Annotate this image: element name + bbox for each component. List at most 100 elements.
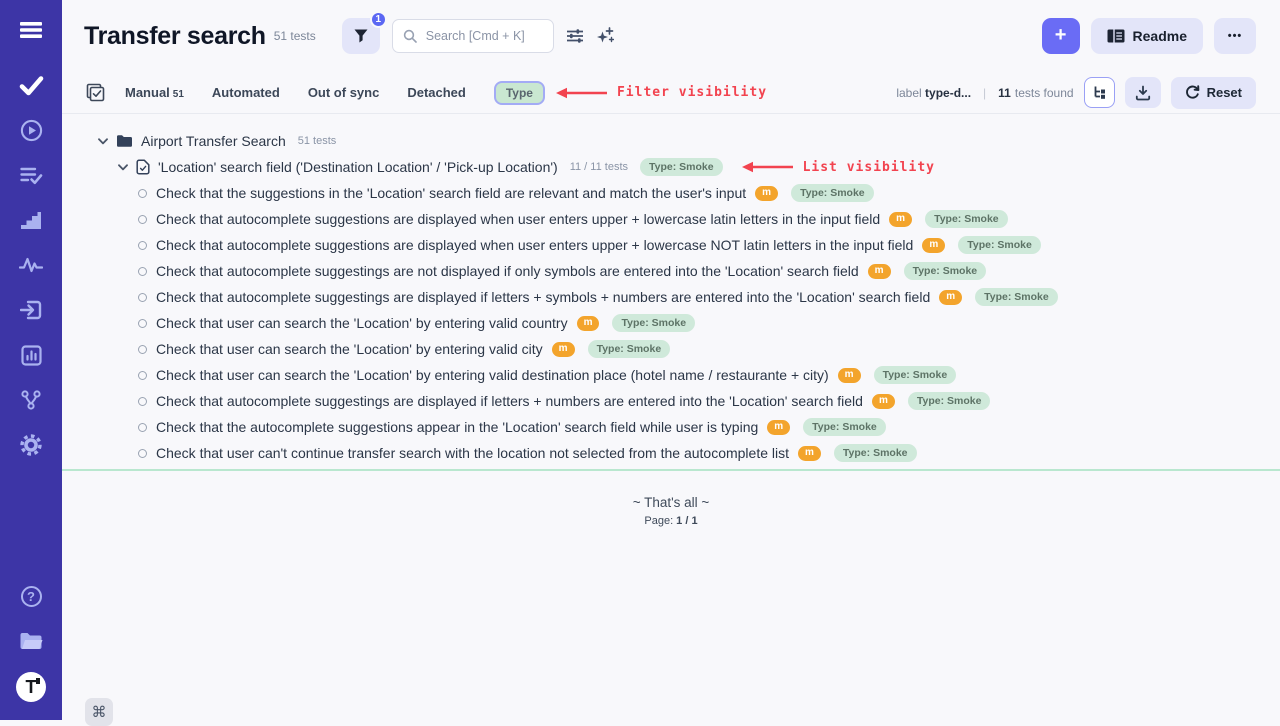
suite-row[interactable]: 'Location' search field ('Destination Lo… bbox=[62, 154, 1280, 180]
list-visibility-annotation: List visibility bbox=[741, 160, 935, 175]
menu-icon[interactable] bbox=[16, 16, 46, 44]
tab-manual-count: 51 bbox=[173, 89, 184, 100]
test-row[interactable]: Check that autocomplete suggestions are … bbox=[62, 206, 1280, 232]
search-input[interactable] bbox=[424, 28, 543, 44]
logo[interactable]: T bbox=[16, 672, 46, 702]
test-status-circle[interactable] bbox=[138, 345, 147, 354]
play-circle-icon[interactable] bbox=[16, 116, 46, 144]
manual-marker-badge: m bbox=[939, 290, 962, 305]
manual-marker-badge: m bbox=[755, 186, 778, 201]
help-icon[interactable]: ? bbox=[16, 582, 46, 610]
view-settings-icon[interactable] bbox=[566, 28, 584, 44]
test-status-circle[interactable] bbox=[138, 293, 147, 302]
gear-icon[interactable] bbox=[16, 431, 46, 459]
test-row[interactable]: Check that the autocomplete suggestions … bbox=[62, 414, 1280, 440]
type-smoke-badge: Type: Smoke bbox=[908, 392, 991, 411]
test-status-circle[interactable] bbox=[138, 371, 147, 380]
search-input-wrapper bbox=[392, 19, 554, 53]
add-button[interactable]: + bbox=[1042, 18, 1080, 54]
more-button[interactable]: ••• bbox=[1214, 18, 1256, 54]
pulse-icon[interactable] bbox=[16, 251, 46, 279]
test-status-circle[interactable] bbox=[138, 319, 147, 328]
test-title[interactable]: Check that autocomplete suggestions are … bbox=[156, 211, 880, 227]
tab-automated[interactable]: Automated bbox=[212, 85, 280, 100]
test-row[interactable]: Check that autocomplete suggestings are … bbox=[62, 284, 1280, 310]
refresh-icon bbox=[1185, 85, 1200, 100]
download-button[interactable] bbox=[1125, 77, 1161, 108]
type-smoke-badge: Type: Smoke bbox=[803, 418, 886, 437]
readme-label: Readme bbox=[1133, 28, 1187, 44]
test-status-circle[interactable] bbox=[138, 397, 147, 406]
test-title[interactable]: Check that user can search the 'Location… bbox=[156, 341, 543, 357]
type-filter-chip[interactable]: Type bbox=[494, 81, 545, 105]
test-title[interactable]: Check that autocomplete suggestions are … bbox=[156, 237, 913, 253]
funnel-icon bbox=[353, 28, 369, 44]
test-title[interactable]: Check that autocomplete suggestings are … bbox=[156, 289, 930, 305]
test-row[interactable]: Check that the suggestions in the 'Locat… bbox=[62, 180, 1280, 206]
top-bar: Transfer search 51 tests 1 + bbox=[62, 0, 1280, 72]
test-status-circle[interactable] bbox=[138, 241, 147, 250]
type-smoke-badge: Type: Smoke bbox=[874, 366, 957, 385]
chevron-down-icon[interactable] bbox=[118, 164, 128, 171]
test-status-circle[interactable] bbox=[138, 423, 147, 432]
chevron-down-icon[interactable] bbox=[98, 138, 108, 145]
test-title[interactable]: Check that the autocomplete suggestions … bbox=[156, 419, 758, 435]
tree-view-icon bbox=[1092, 85, 1107, 100]
test-title[interactable]: Check that user can search the 'Location… bbox=[156, 367, 829, 383]
end-of-list-text: ~ That's all ~ bbox=[62, 495, 1280, 510]
reset-button[interactable]: Reset bbox=[1171, 77, 1256, 109]
suite-type-smoke-badge: Type: Smoke bbox=[640, 158, 723, 177]
type-smoke-badge: Type: Smoke bbox=[925, 210, 1008, 229]
manual-marker-badge: m bbox=[552, 342, 575, 357]
folder-icon bbox=[116, 134, 133, 148]
chart-icon[interactable] bbox=[16, 341, 46, 369]
type-smoke-badge: Type: Smoke bbox=[612, 314, 695, 333]
list-end-divider bbox=[62, 469, 1280, 471]
manual-marker-badge: m bbox=[767, 420, 790, 435]
project-tests-count: 51 tests bbox=[274, 29, 316, 43]
test-row[interactable]: Check that autocomplete suggestings are … bbox=[62, 258, 1280, 284]
tab-out-of-sync[interactable]: Out of sync bbox=[308, 85, 380, 100]
test-title[interactable]: Check that user can't continue transfer … bbox=[156, 445, 789, 461]
test-title[interactable]: Check that user can search the 'Location… bbox=[156, 315, 568, 331]
folder-icon[interactable] bbox=[16, 627, 46, 655]
test-status-circle[interactable] bbox=[138, 215, 147, 224]
test-row[interactable]: Check that user can search the 'Location… bbox=[62, 336, 1280, 362]
test-status-circle[interactable] bbox=[138, 449, 147, 458]
test-status-circle[interactable] bbox=[138, 189, 147, 198]
test-row[interactable]: Check that autocomplete suggestions are … bbox=[62, 232, 1280, 258]
test-row[interactable]: Check that user can search the 'Location… bbox=[62, 310, 1280, 336]
test-row[interactable]: Check that user can search the 'Location… bbox=[62, 362, 1280, 388]
tab-detached[interactable]: Detached bbox=[407, 85, 466, 100]
tab-manual[interactable]: Manual51 bbox=[125, 85, 184, 100]
command-key-button[interactable]: ⌘ bbox=[85, 698, 113, 726]
stairs-icon[interactable] bbox=[16, 206, 46, 234]
suite-name[interactable]: 'Location' search field ('Destination Lo… bbox=[158, 159, 558, 175]
suite-tests-count: 11 / 11 tests bbox=[570, 161, 628, 173]
readme-button[interactable]: Readme bbox=[1091, 18, 1203, 54]
folder-row[interactable]: Airport Transfer Search 51 tests bbox=[62, 128, 1280, 154]
import-icon[interactable] bbox=[16, 296, 46, 324]
tab-out-of-sync-label: Out of sync bbox=[308, 85, 380, 100]
select-all-icon[interactable] bbox=[86, 83, 105, 102]
filter-button[interactable]: 1 bbox=[342, 18, 380, 54]
test-title[interactable]: Check that the suggestions in the 'Locat… bbox=[156, 185, 746, 201]
separator: | bbox=[983, 86, 986, 100]
search-icon bbox=[403, 29, 417, 43]
ai-sparkles-icon[interactable] bbox=[596, 27, 614, 45]
document-icon bbox=[136, 159, 150, 175]
test-title[interactable]: Check that autocomplete suggestings are … bbox=[156, 393, 863, 409]
tab-automated-label: Automated bbox=[212, 85, 280, 100]
test-row[interactable]: Check that autocomplete suggestings are … bbox=[62, 388, 1280, 414]
tab-manual-label: Manual bbox=[125, 85, 170, 100]
test-title[interactable]: Check that autocomplete suggestings are … bbox=[156, 263, 859, 279]
check-icon[interactable] bbox=[16, 71, 46, 99]
manual-marker-badge: m bbox=[868, 264, 891, 279]
folder-name[interactable]: Airport Transfer Search bbox=[141, 133, 286, 149]
tree-view-button[interactable] bbox=[1084, 77, 1115, 108]
test-row[interactable]: Check that user can't continue transfer … bbox=[62, 440, 1280, 466]
branch-icon[interactable] bbox=[16, 386, 46, 414]
help-glyph: ? bbox=[27, 589, 35, 604]
test-status-circle[interactable] bbox=[138, 267, 147, 276]
list-check-icon[interactable] bbox=[16, 161, 46, 189]
